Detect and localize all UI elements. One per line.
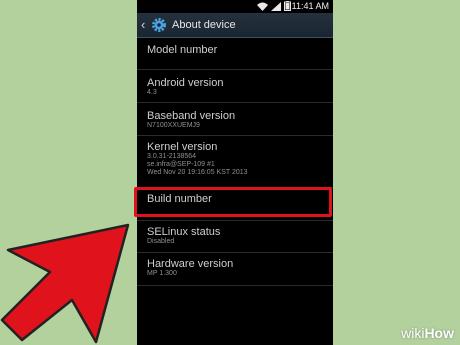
clock: 11:41 AM xyxy=(291,1,329,11)
wifi-icon xyxy=(257,2,268,11)
battery-icon xyxy=(284,1,291,11)
item-value: Disabled xyxy=(147,238,175,245)
item-value: se.infra@SEP-109 #1 xyxy=(147,161,215,168)
item-label: Kernel version xyxy=(147,141,218,153)
background-left xyxy=(0,0,137,345)
background-right xyxy=(333,0,460,345)
item-value: N7100XXUEMJ9 xyxy=(147,122,200,129)
list-item-android-version[interactable]: Android version 4.3 xyxy=(137,70,333,103)
list-item-hardware-version[interactable]: Hardware version MP 1.300 xyxy=(137,253,333,286)
item-value: 3.0.31-2138564 xyxy=(147,153,197,160)
item-value: MP 1.300 xyxy=(147,270,177,277)
status-bar: 11:41 AM xyxy=(137,0,333,13)
item-label: Baseband version xyxy=(147,110,236,122)
action-bar: ‹ About device xyxy=(137,13,333,38)
about-device-list: Model number Android version 4.3 Baseban… xyxy=(137,38,333,286)
signal-icon xyxy=(271,1,281,11)
item-value: 4.3 xyxy=(147,89,157,96)
item-label: Hardware version xyxy=(147,258,234,270)
list-item-baseband-version[interactable]: Baseband version N7100XXUEMJ9 xyxy=(137,103,333,136)
list-item-kernel-version[interactable]: Kernel version 3.0.31-2138564 se.infra@S… xyxy=(137,136,333,188)
phone-screen: 11:41 AM ‹ About device Model number And… xyxy=(137,0,333,345)
item-value: Wed Nov 20 19:16:05 KST 2013 xyxy=(147,169,248,176)
back-icon[interactable]: ‹ xyxy=(141,13,149,37)
list-item-selinux-status[interactable]: SELinux status Disabled xyxy=(137,221,333,253)
wikihow-watermark: wikiHow xyxy=(401,325,454,341)
page-title: About device xyxy=(172,19,236,31)
item-label: Android version xyxy=(147,77,224,89)
gear-icon[interactable] xyxy=(151,17,167,33)
item-label: SELinux status xyxy=(147,226,221,238)
build-number-highlight-box xyxy=(134,187,332,217)
item-label: Model number xyxy=(147,44,218,56)
list-item-model-number[interactable]: Model number xyxy=(137,38,333,70)
